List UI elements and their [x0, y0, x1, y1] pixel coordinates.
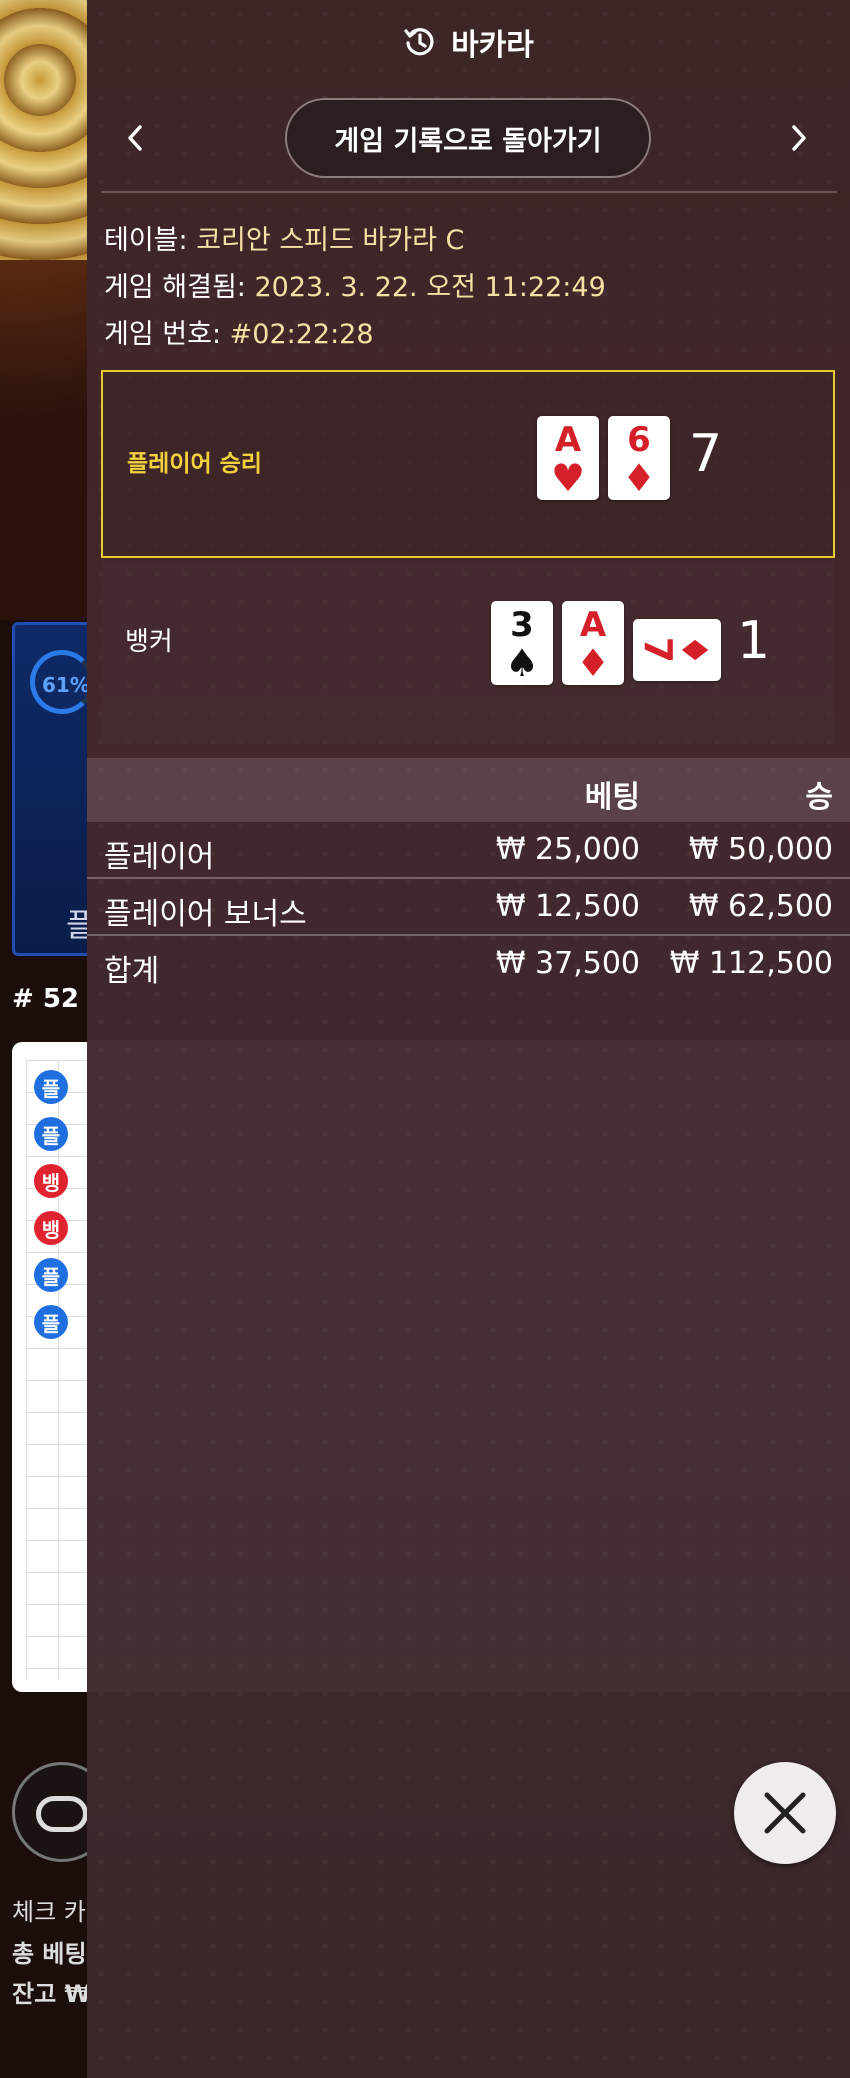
banker-card-3: 7 ♦ [633, 619, 721, 681]
road-dot: 뱅 [34, 1211, 68, 1245]
player-card-1: A ♥ [537, 416, 599, 500]
road-dot: 플 [34, 1070, 68, 1104]
resolved-info: 게임 해결됨: 2023. 3. 22. 오전 11:22:49 [104, 265, 606, 304]
player-hand: 플레이어 승리 A ♥ 6 ♦ 7 [101, 370, 835, 558]
previous-game-button[interactable] [115, 118, 155, 158]
banker-card-2: A ♦ [562, 601, 624, 685]
dimmed-scoreboard-area [87, 1040, 850, 1692]
banker-label: 뱅커 [125, 627, 173, 657]
bottom-info-line: 체크 카 [12, 1898, 86, 1926]
table-name: 코리안 스피드 바카라 C [196, 225, 465, 256]
bet-column-header: 베팅 [584, 780, 640, 815]
player-card-2: 6 ♦ [608, 416, 670, 500]
close-icon [764, 1792, 806, 1834]
card-rank: 7 [635, 636, 680, 664]
total-win: ₩ 112,500 [669, 946, 833, 981]
player-total: 7 [689, 424, 723, 484]
table-header: 베팅 승 [87, 758, 850, 822]
game-number-info: 게임 번호: #02:22:28 [104, 312, 374, 351]
banker-card-1: 3 ♠ [491, 601, 553, 685]
table-info: 테이블: 코리안 스피드 바카라 C [104, 218, 464, 257]
bet-amount: ₩ 25,000 [495, 832, 640, 867]
panel-header: 바카라 [87, 0, 850, 84]
card-rank: A [579, 605, 607, 645]
hearts-icon: ♥ [550, 456, 586, 500]
resolved-label: 게임 해결됨: [104, 272, 246, 303]
card-rank: A [554, 420, 582, 460]
history-icon [403, 25, 437, 59]
chevron-left-icon [128, 125, 142, 151]
dealer-backdrop [0, 0, 90, 260]
road-dot: 뱅 [34, 1164, 68, 1198]
card-rank: 6 [627, 420, 651, 460]
win-amount: ₩ 50,000 [688, 832, 833, 867]
card-rank: 3 [510, 605, 534, 645]
bet-amount: ₩ 12,500 [495, 889, 640, 924]
bet-name: 플레이어 보너스 [104, 897, 307, 932]
chip-icon [36, 1796, 88, 1832]
bet-name: 플레이어 [104, 840, 215, 875]
header-divider [101, 191, 837, 193]
banker-hand: 뱅커 3 ♠ A ♦ 7 ♦ 1 [101, 561, 835, 743]
road-grid [26, 1060, 90, 1680]
panel-title: 바카라 [451, 28, 534, 63]
road-dot: 플 [34, 1117, 68, 1151]
diamonds-icon: ♦ [575, 641, 611, 685]
table-total-row: 합계 ₩ 37,500 ₩ 112,500 [87, 936, 850, 993]
total-bet: ₩ 37,500 [495, 946, 640, 981]
game-number-label: 게임 번호: [104, 319, 222, 350]
total-label: 합계 [104, 954, 160, 989]
table-label: 테이블: [104, 225, 188, 256]
table-row: 플레이어 보너스 ₩ 12,500 ₩ 62,500 [87, 879, 850, 936]
resolved-time: 2023. 3. 22. 오전 11:22:49 [254, 272, 606, 303]
bets-table: 베팅 승 플레이어 ₩ 25,000 ₩ 50,000 플레이어 보너스 ₩ 1… [87, 758, 850, 993]
game-number: #02:22:28 [229, 319, 374, 350]
diamonds-icon: ♦ [673, 633, 715, 667]
table-row: 플레이어 ₩ 25,000 ₩ 50,000 [87, 822, 850, 879]
progress-percent: 61% [42, 673, 90, 697]
win-amount: ₩ 62,500 [688, 889, 833, 924]
banker-total: 1 [737, 611, 771, 671]
back-to-history-button[interactable]: 게임 기록으로 돌아가기 [285, 98, 651, 178]
round-number: # 52 [12, 984, 80, 1014]
spades-icon: ♠ [504, 641, 540, 685]
game-history-panel: 바카라 게임 기록으로 돌아가기 테이블: 코리안 스피드 바카라 C 게임 해… [87, 0, 850, 2078]
chevron-right-icon [792, 125, 806, 151]
player-result-label: 플레이어 승리 [127, 451, 262, 477]
road-dot: 플 [34, 1305, 68, 1339]
next-game-button[interactable] [779, 118, 819, 158]
close-button[interactable] [734, 1762, 836, 1864]
diamonds-icon: ♦ [621, 456, 657, 500]
win-column-header: 승 [805, 780, 833, 815]
road-dot: 플 [34, 1258, 68, 1292]
